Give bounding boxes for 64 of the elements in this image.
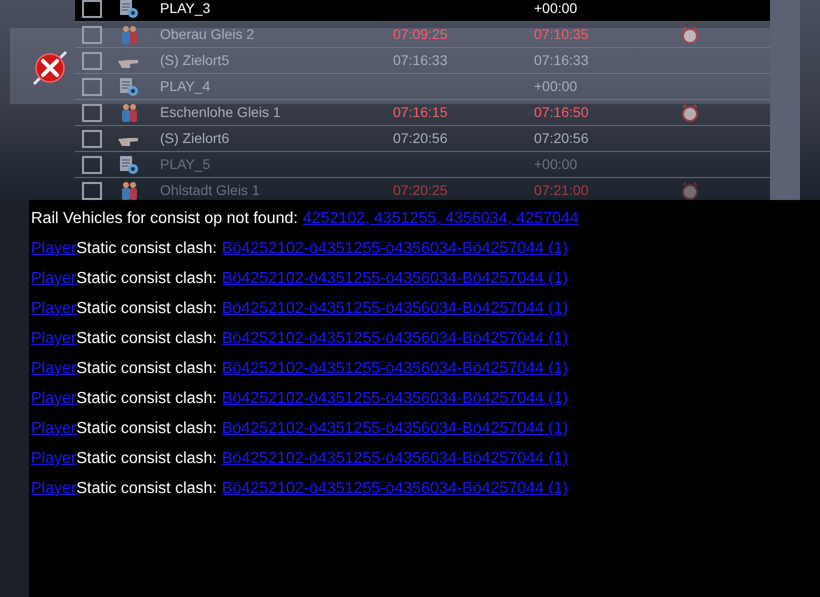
consist-link[interactable]: Bö4252102-ö4351255-ö4356034-Bö4257044 (1) — [222, 327, 568, 351]
consist-link[interactable]: Bö4252102-ö4351255-ö4356034-Bö4257044 (1) — [222, 357, 568, 381]
player-link[interactable]: Player — [31, 327, 76, 351]
consist-link[interactable]: 4252102, 4351255, 4356034, 4257044 — [302, 207, 579, 231]
document-gear-icon — [118, 154, 140, 174]
player-link[interactable]: Player — [31, 267, 76, 291]
pointing-hand-icon — [118, 58, 138, 68]
consist-link[interactable]: Bö4252102-ö4351255-ö4356034-Bö4257044 (1) — [222, 237, 568, 261]
log-message: Rail Vehicles for consist op not found: — [31, 209, 298, 229]
arrival-time: 07:16:15 — [393, 103, 448, 122]
checkbox[interactable] — [82, 130, 102, 148]
log-message: Static consist clash: — [76, 389, 217, 409]
stop-name: PLAY_3 — [160, 0, 212, 18]
scrollbar[interactable] — [770, 0, 800, 200]
arrival-time: 07:16:33 — [393, 51, 448, 70]
consist-link[interactable]: Bö4252102-ö4351255-ö4356034-Bö4257044 (1) — [222, 477, 568, 501]
stop-name: PLAY_5 — [160, 155, 212, 174]
departure-time: +00:00 — [534, 0, 578, 18]
departure-time: 07:16:50 — [534, 103, 590, 122]
departure-time: 07:20:56 — [534, 129, 590, 148]
player-link[interactable]: Player — [31, 237, 76, 261]
log-message: Static consist clash: — [76, 359, 217, 379]
departure-time: +00:00 — [534, 155, 578, 174]
stop-name: Ohlstadt Gleis 1 — [160, 181, 261, 200]
consist-link[interactable]: Bö4252102-ö4351255-ö4356034-Bö4257044 (1) — [222, 387, 568, 411]
consist-link[interactable]: Bö4252102-ö4351255-ö4356034-Bö4257044 (1) — [222, 417, 568, 441]
departure-time: 07:10:35 — [534, 25, 590, 44]
document-gear-icon — [118, 0, 140, 18]
log-message: Static consist clash: — [76, 419, 217, 439]
consist-link[interactable]: Bö4252102-ö4351255-ö4356034-Bö4257044 (1) — [222, 267, 568, 291]
departure-time: +00:00 — [534, 77, 578, 96]
log-message: Static consist clash: — [76, 329, 217, 349]
arrival-time: 07:09:25 — [393, 25, 448, 44]
checkbox[interactable] — [82, 104, 102, 122]
player-link[interactable]: Player — [31, 387, 76, 411]
stop-name: Oberau Gleis 2 — [160, 25, 256, 44]
document-gear-icon — [118, 76, 140, 96]
stop-name: (S) Zielort6 — [160, 129, 230, 148]
log-message: Static consist clash: — [76, 449, 217, 469]
player-link[interactable]: Player — [31, 297, 76, 321]
departure-time: 07:16:33 — [534, 51, 590, 70]
log-message: Static consist clash: — [76, 479, 217, 499]
player-link[interactable]: Player — [31, 447, 76, 471]
checkbox[interactable] — [82, 156, 102, 174]
error-icon — [30, 48, 70, 88]
stop-name: (S) Zielort5 — [160, 51, 230, 70]
arrival-time: 07:20:25 — [393, 181, 448, 200]
checkbox[interactable] — [82, 0, 102, 18]
stop-name: Eschenlohe Gleis 1 — [160, 103, 282, 122]
stop-name: PLAY_4 — [160, 77, 212, 96]
player-link[interactable]: Player — [31, 357, 76, 381]
player-link[interactable]: Player — [31, 417, 76, 441]
player-link[interactable]: Player — [31, 477, 76, 501]
checkbox[interactable] — [82, 78, 102, 96]
checkbox[interactable] — [82, 26, 102, 44]
departure-time: 07:21:00 — [534, 181, 590, 200]
consist-link[interactable]: Bö4252102-ö4351255-ö4356034-Bö4257044 (1) — [222, 447, 568, 471]
arrival-time: 07:20:56 — [393, 129, 448, 148]
log-message: Static consist clash: — [76, 239, 217, 259]
log-message: Static consist clash: — [76, 299, 217, 319]
pointing-hand-icon — [118, 136, 138, 146]
log-message: Static consist clash: — [76, 269, 217, 289]
checkbox[interactable] — [82, 52, 102, 70]
consist-link[interactable]: Bö4252102-ö4351255-ö4356034-Bö4257044 (1) — [222, 297, 568, 321]
